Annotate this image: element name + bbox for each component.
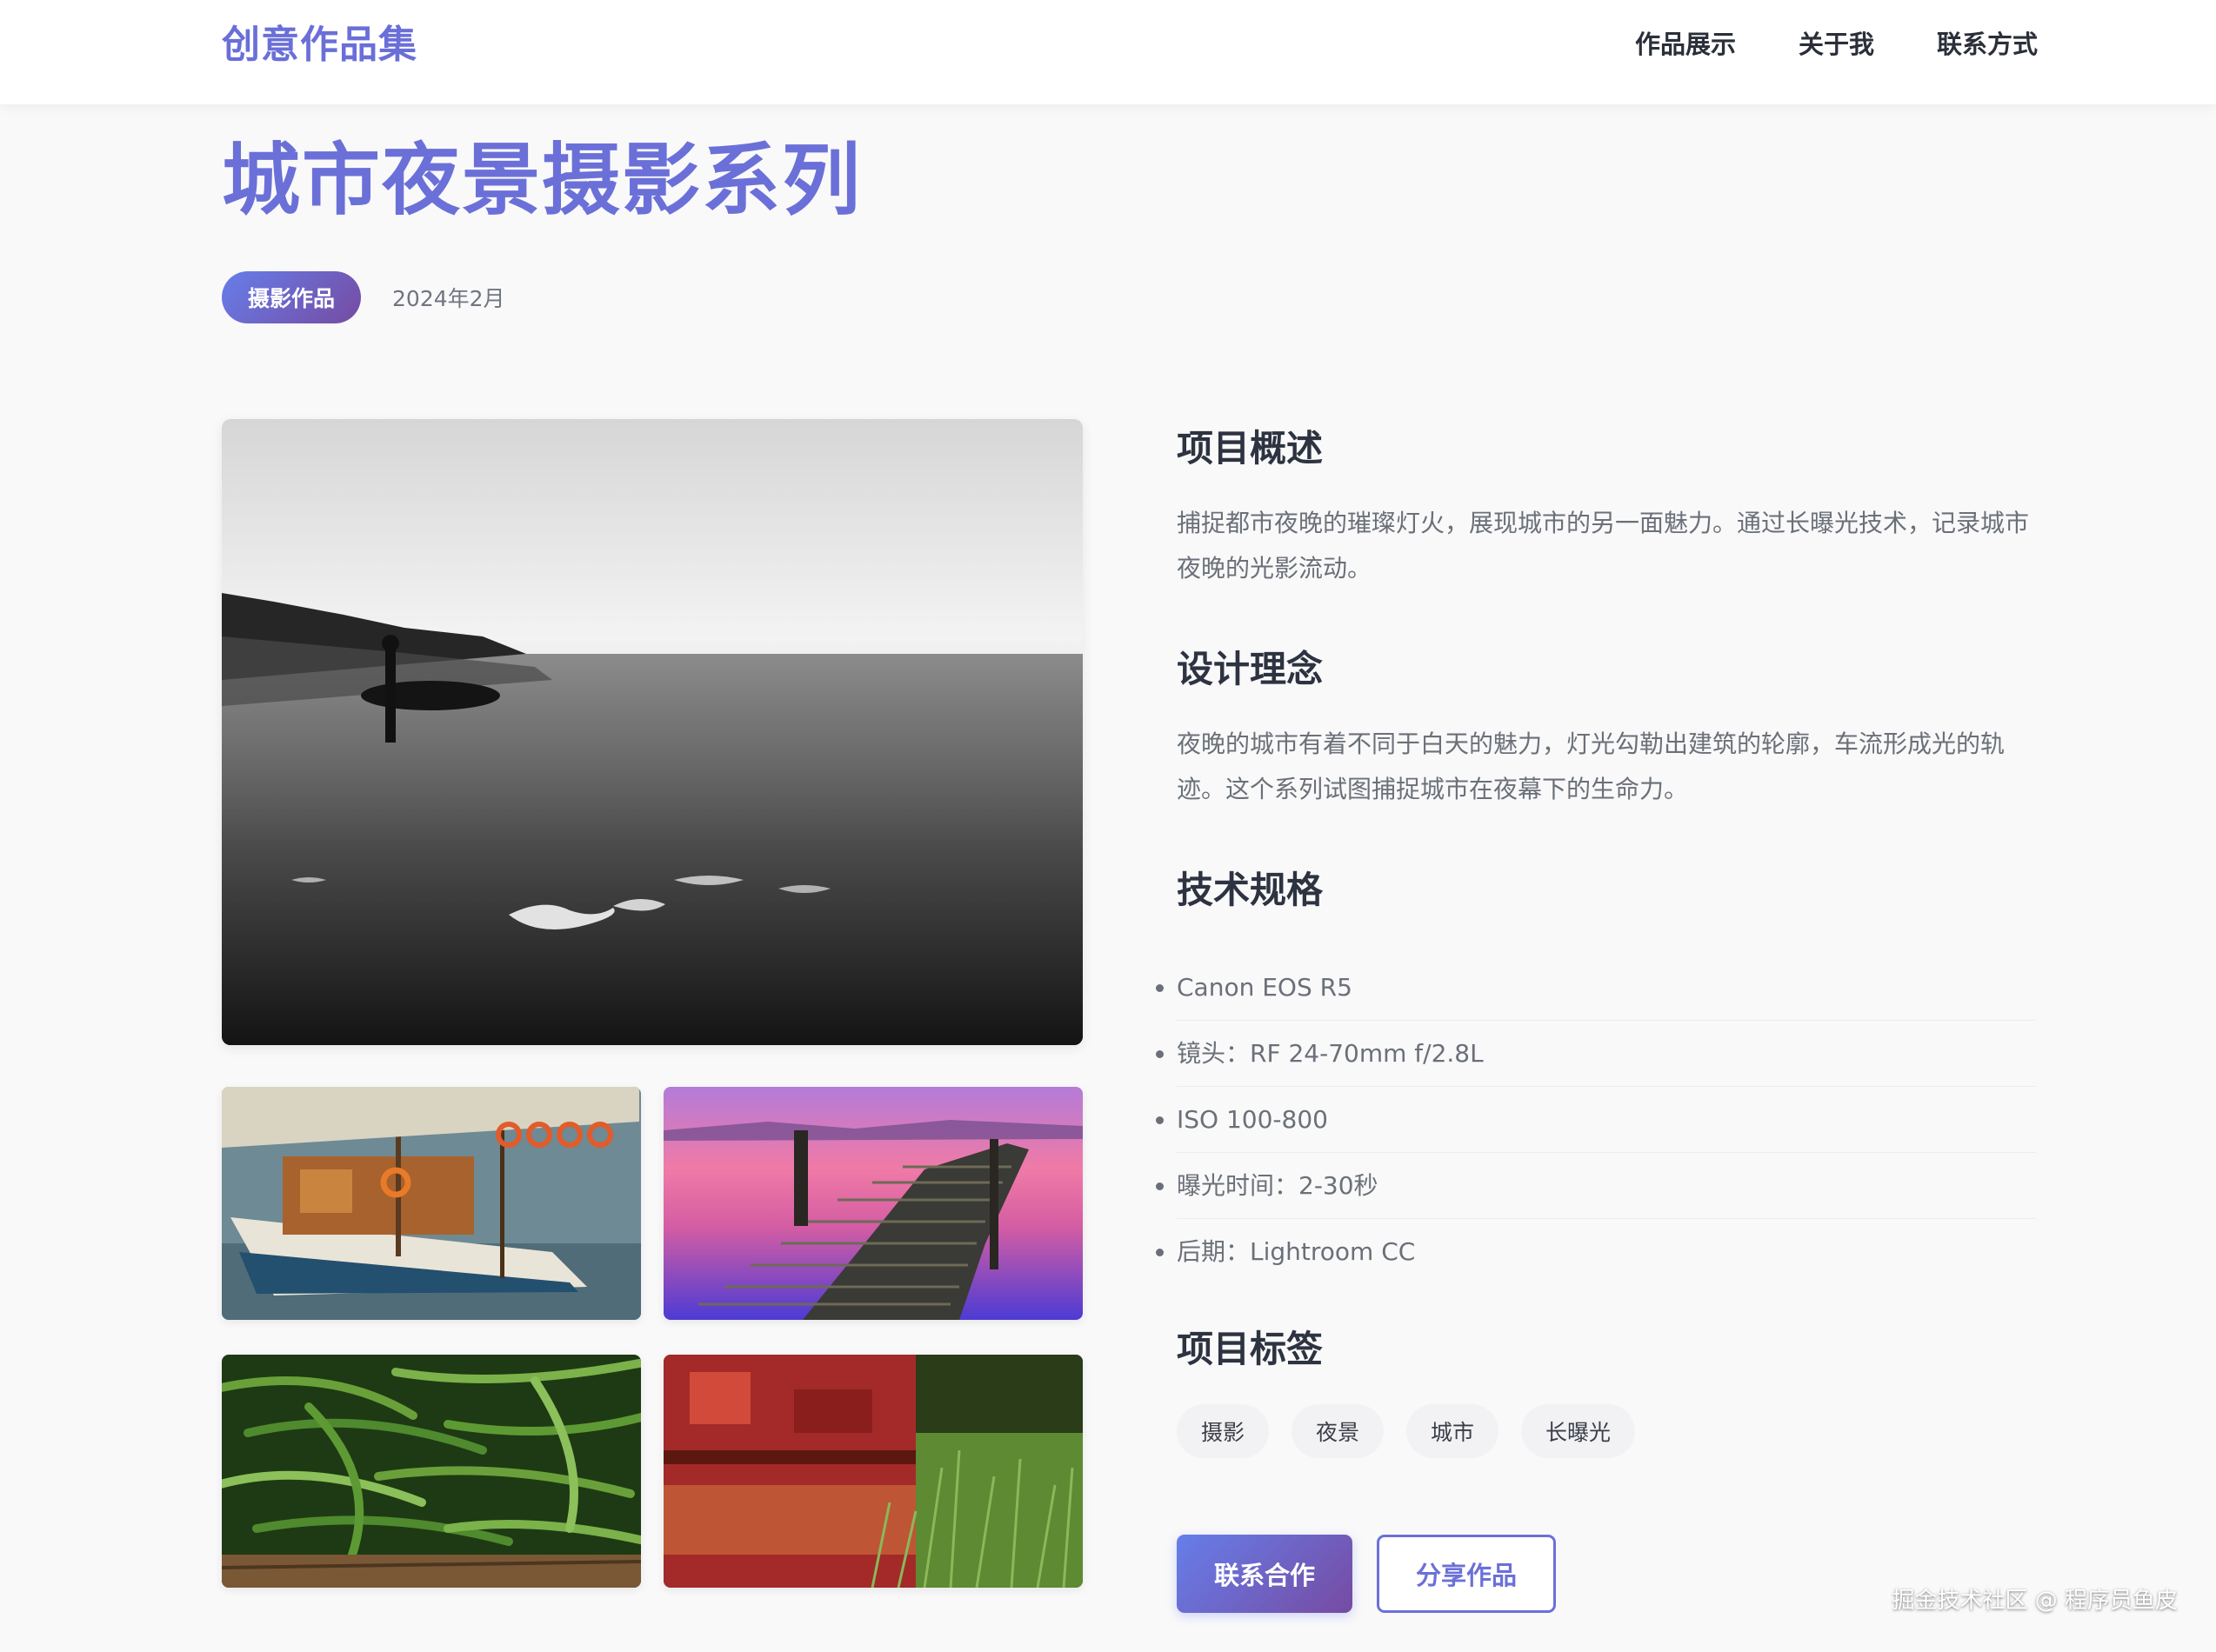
rusty-barrel-image <box>664 1355 1083 1588</box>
thumbnail-rusty-barrel[interactable] <box>664 1355 1083 1588</box>
tag-long-exposure[interactable]: 长曝光 <box>1521 1404 1636 1458</box>
watermark: 掘金技术社区 @ 程序员鱼皮 <box>1892 1588 2178 1614</box>
green-beans-image <box>222 1355 641 1588</box>
tags-heading: 项目标签 <box>1177 1328 1324 1370</box>
spec-item-exposure: 曝光时间：2-30秒 <box>1177 1153 2036 1219</box>
nav-link-works[interactable]: 作品展示 <box>1635 30 1736 59</box>
thumbnail-green-beans[interactable] <box>222 1355 641 1588</box>
tag-list: 摄影 夜景 城市 长曝光 <box>1177 1404 1636 1458</box>
spec-list: Canon EOS R5 镜头：RF 24-70mm f/2.8L ISO 10… <box>1177 955 2036 1285</box>
top-navbar: 创意作品集 作品展示 关于我 联系方式 <box>0 0 2216 104</box>
thumbnail-sailboat[interactable] <box>222 1087 641 1320</box>
category-badge: 摄影作品 <box>222 271 362 323</box>
spec-item-lens: 镜头：RF 24-70mm f/2.8L <box>1177 1021 2036 1087</box>
action-buttons: 联系合作 分享作品 <box>1177 1535 1556 1613</box>
contact-button[interactable]: 联系合作 <box>1177 1535 1352 1613</box>
sailboat-image <box>222 1087 641 1320</box>
tag-photography[interactable]: 摄影 <box>1177 1404 1270 1458</box>
nav-link-about[interactable]: 关于我 <box>1799 30 1874 59</box>
specs-heading: 技术规格 <box>1177 869 1324 911</box>
spec-item-iso: ISO 100-800 <box>1177 1087 2036 1153</box>
nav-links: 作品展示 关于我 联系方式 <box>1635 30 2038 59</box>
thumbnail-pier-sunset[interactable] <box>664 1087 1083 1320</box>
concept-heading: 设计理念 <box>1177 648 1324 690</box>
project-meta: 摄影作品 2024年2月 <box>222 271 505 323</box>
tag-night-view[interactable]: 夜景 <box>1292 1404 1385 1458</box>
brand-logo[interactable]: 创意作品集 <box>222 23 417 68</box>
spec-item-camera: Canon EOS R5 <box>1177 955 2036 1021</box>
share-button[interactable]: 分享作品 <box>1377 1535 1556 1613</box>
beach-surfer-image <box>222 419 1083 1045</box>
pier-sunset-image <box>664 1087 1083 1320</box>
spec-item-postprocessing: 后期：Lightroom CC <box>1177 1219 2036 1285</box>
project-title: 城市夜景摄影系列 <box>222 135 862 226</box>
overview-heading: 项目概述 <box>1177 427 1324 470</box>
main-photo-beach-surfer[interactable] <box>222 419 1083 1045</box>
tag-city[interactable]: 城市 <box>1406 1404 1499 1458</box>
overview-text: 捕捉都市夜晚的璀璨灯火，展现城市的另一面魅力。通过长曝光技术，记录城市夜晚的光影… <box>1177 509 2030 583</box>
project-date: 2024年2月 <box>392 286 505 311</box>
nav-link-contact[interactable]: 联系方式 <box>1937 30 2038 59</box>
concept-text: 夜晚的城市有着不同于白天的魅力，灯光勾勒出建筑的轮廓，车流形成光的轨迹。这个系列… <box>1177 729 2006 803</box>
